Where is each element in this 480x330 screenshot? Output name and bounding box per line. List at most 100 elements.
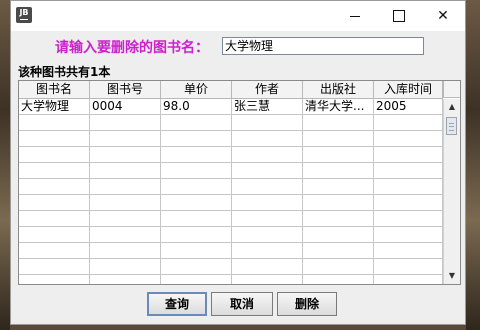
column-header-book-id[interactable]: 图书号 (90, 81, 161, 98)
empty-cell (303, 227, 374, 242)
empty-cell (374, 179, 443, 194)
query-button[interactable]: 查询 (147, 292, 207, 316)
empty-cell (90, 259, 161, 274)
cell-price[interactable]: 98.0 (161, 99, 232, 114)
table-row-empty[interactable] (19, 211, 443, 227)
cell-publisher[interactable]: 清华大学... (303, 99, 374, 114)
empty-cell (161, 227, 232, 242)
book-count-label: 该种图书共有1本 (18, 65, 111, 79)
empty-cell (303, 259, 374, 274)
table-row-empty[interactable] (19, 259, 443, 275)
empty-cell (161, 211, 232, 226)
close-button[interactable]: ✕ (421, 1, 465, 31)
column-header-price[interactable]: 单价 (161, 81, 232, 98)
cancel-button[interactable]: 取消 (211, 292, 273, 316)
empty-cell (161, 179, 232, 194)
empty-cell (19, 115, 90, 130)
empty-cell (161, 163, 232, 178)
empty-cell (303, 195, 374, 210)
table-row-empty[interactable] (19, 163, 443, 179)
empty-cell (232, 211, 303, 226)
delete-book-window: JB ✕ 请输入要删除的图书名： 大学物理 该种图书共有1本 图书名 图书号 单… (10, 0, 466, 325)
table-row[interactable]: 大学物理 0004 98.0 张三慧 清华大学... 2005 (19, 99, 443, 115)
empty-cell (374, 115, 443, 130)
table-row-empty[interactable] (19, 195, 443, 211)
empty-cell (374, 227, 443, 242)
table-row-empty[interactable] (19, 275, 443, 284)
empty-cell (374, 147, 443, 162)
empty-cell (90, 147, 161, 162)
cell-book-name[interactable]: 大学物理 (19, 99, 90, 114)
empty-cell (90, 195, 161, 210)
table-row-empty[interactable] (19, 115, 443, 131)
empty-cell (90, 275, 161, 284)
empty-cell (374, 275, 443, 284)
empty-cell (232, 179, 303, 194)
empty-cell (19, 131, 90, 146)
empty-cell (303, 163, 374, 178)
empty-cell (374, 259, 443, 274)
minimize-icon (350, 16, 360, 17)
scroll-down-icon[interactable]: ▼ (444, 268, 460, 284)
book-name-prompt-label: 请输入要删除的图书名： (55, 40, 209, 56)
empty-cell (19, 179, 90, 194)
empty-cell (161, 131, 232, 146)
maximize-icon (393, 10, 405, 22)
table-row-empty[interactable] (19, 147, 443, 163)
empty-cell (232, 195, 303, 210)
book-name-input[interactable]: 大学物理 (222, 37, 424, 55)
empty-cell (19, 163, 90, 178)
empty-cell (303, 275, 374, 284)
table-row-empty[interactable] (19, 179, 443, 195)
empty-cell (161, 195, 232, 210)
empty-cell (90, 179, 161, 194)
empty-cell (90, 131, 161, 146)
empty-cell (19, 211, 90, 226)
table-header: 图书名 图书号 单价 作者 出版社 入库时间 (19, 81, 443, 99)
empty-cell (374, 243, 443, 258)
empty-cell (303, 243, 374, 258)
close-icon: ✕ (437, 8, 449, 24)
table-vertical-scrollbar[interactable]: ▲ ▼ (443, 99, 460, 284)
empty-cell (374, 163, 443, 178)
empty-cell (232, 115, 303, 130)
table-row-empty[interactable] (19, 243, 443, 259)
scroll-up-icon[interactable]: ▲ (444, 99, 460, 115)
empty-cell (232, 275, 303, 284)
table-row-empty[interactable] (19, 227, 443, 243)
empty-cell (161, 259, 232, 274)
minimize-button[interactable] (333, 1, 377, 31)
empty-cell (232, 131, 303, 146)
desktop-background-right (466, 0, 480, 330)
column-header-book-name[interactable]: 图书名 (19, 81, 90, 98)
empty-cell (19, 195, 90, 210)
empty-cell (90, 243, 161, 258)
empty-cell (303, 115, 374, 130)
empty-cell (19, 227, 90, 242)
column-header-stock-date[interactable]: 入库时间 (374, 81, 443, 98)
empty-cell (374, 195, 443, 210)
empty-cell (303, 211, 374, 226)
empty-cell (90, 115, 161, 130)
java-app-icon: JB (16, 7, 32, 23)
empty-cell (161, 147, 232, 162)
table-body: 大学物理 0004 98.0 张三慧 清华大学... 2005 (19, 99, 443, 284)
empty-cell (90, 227, 161, 242)
scroll-thumb[interactable] (446, 117, 457, 135)
empty-cell (90, 211, 161, 226)
book-table: 图书名 图书号 单价 作者 出版社 入库时间 大学物理 0004 98.0 张三… (18, 80, 461, 285)
column-header-publisher[interactable]: 出版社 (303, 81, 374, 98)
cell-stock-date[interactable]: 2005 (374, 99, 443, 114)
empty-cell (232, 147, 303, 162)
cell-author[interactable]: 张三慧 (232, 99, 303, 114)
maximize-button[interactable] (377, 1, 421, 31)
column-header-author[interactable]: 作者 (232, 81, 303, 98)
empty-cell (19, 243, 90, 258)
empty-cell (19, 147, 90, 162)
empty-cell (161, 115, 232, 130)
empty-cell (232, 243, 303, 258)
cell-book-id[interactable]: 0004 (90, 99, 161, 114)
empty-cell (303, 147, 374, 162)
delete-button[interactable]: 删除 (277, 292, 337, 316)
table-row-empty[interactable] (19, 131, 443, 147)
